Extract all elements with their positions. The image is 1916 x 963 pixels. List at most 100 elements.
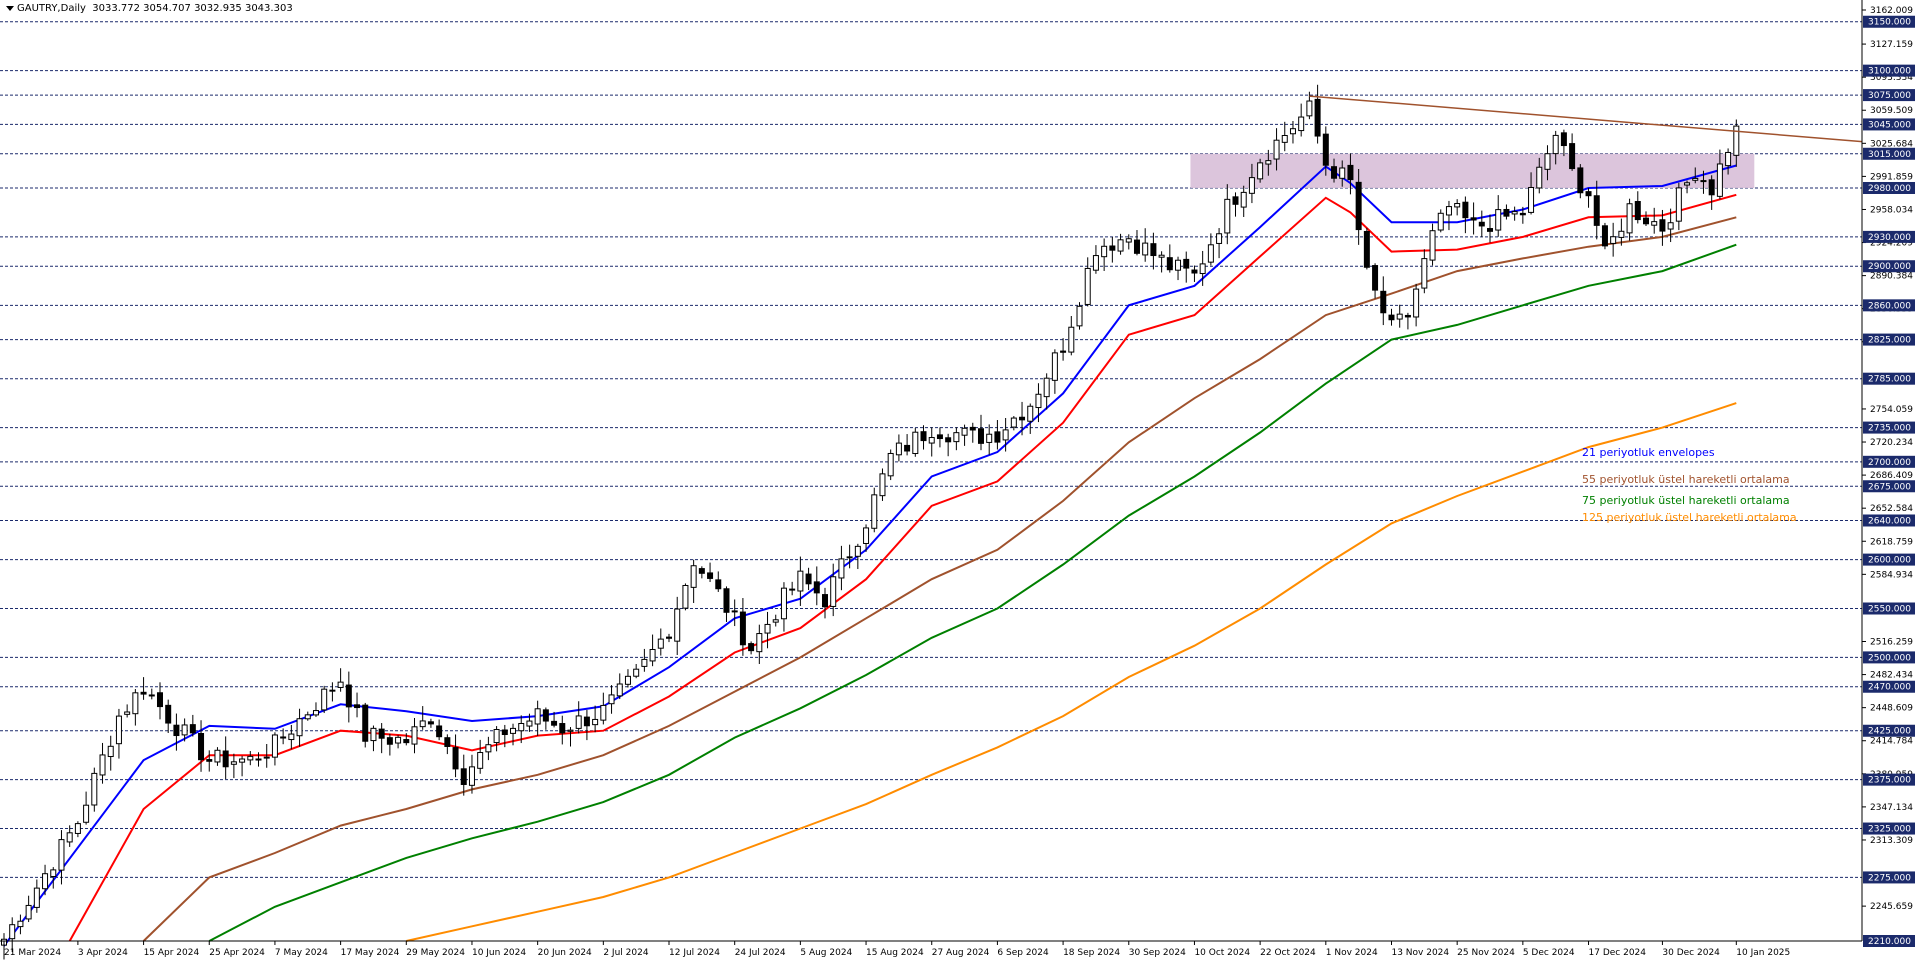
candle xyxy=(592,705,599,733)
candle-body xyxy=(969,426,976,431)
candle-body xyxy=(575,715,582,729)
candle xyxy=(1216,228,1223,259)
candle-body xyxy=(920,431,927,442)
candle xyxy=(1487,214,1494,243)
candle-body xyxy=(1503,208,1510,217)
candle xyxy=(173,713,180,751)
candle-body xyxy=(444,737,451,747)
x-tick-label: 15 Apr 2024 xyxy=(144,948,200,958)
candle xyxy=(1503,204,1510,220)
candle-body xyxy=(1199,263,1206,275)
candle xyxy=(764,611,771,649)
candle-body xyxy=(83,804,90,823)
candle xyxy=(912,428,919,457)
candle xyxy=(370,725,377,752)
candle-body xyxy=(1019,416,1026,421)
candle xyxy=(148,688,155,700)
candle xyxy=(33,879,40,913)
candle xyxy=(206,750,213,772)
y-tick-label: 2313.309 xyxy=(1870,836,1913,846)
candle xyxy=(1445,200,1452,231)
candle xyxy=(1092,245,1099,274)
candle-body xyxy=(789,588,796,591)
candle xyxy=(822,587,828,619)
candle xyxy=(756,624,763,665)
candle xyxy=(567,727,574,747)
candle-body xyxy=(140,691,147,695)
candle-body xyxy=(321,688,328,711)
candle xyxy=(452,734,459,778)
candle-body xyxy=(337,681,344,688)
level-tag-label: 2500.000 xyxy=(1868,653,1911,663)
candle xyxy=(42,864,49,896)
x-tick-label: 3 Apr 2024 xyxy=(78,948,128,958)
candle-body xyxy=(288,733,295,741)
y-tick-label: 2618.759 xyxy=(1870,537,1913,547)
candle-body xyxy=(1010,417,1017,428)
candle xyxy=(789,581,796,596)
candle-body xyxy=(1207,244,1214,263)
candle xyxy=(772,614,779,627)
candle xyxy=(9,917,16,952)
candle xyxy=(17,914,24,935)
candle-body xyxy=(1347,164,1354,181)
candle xyxy=(115,708,122,759)
candle-body xyxy=(436,725,443,738)
candle-body xyxy=(1232,196,1239,205)
x-tick-label: 17 May 2024 xyxy=(341,948,400,958)
candle xyxy=(674,596,681,656)
candle xyxy=(386,733,393,756)
candle xyxy=(961,424,968,446)
candle-body xyxy=(386,737,393,745)
candle xyxy=(1051,349,1058,394)
y-tick-label: 3059.509 xyxy=(1870,106,1913,116)
candle xyxy=(986,424,993,455)
candle xyxy=(288,724,295,750)
candle-body xyxy=(534,708,541,725)
candle xyxy=(633,663,640,679)
candle-body xyxy=(1084,267,1091,305)
candle-body xyxy=(9,924,16,940)
x-tick-label: 15 Aug 2024 xyxy=(866,948,924,958)
indicator-line xyxy=(142,216,1737,942)
candle xyxy=(559,715,566,745)
candle-body xyxy=(312,710,319,716)
candle xyxy=(1610,222,1617,257)
candle xyxy=(1191,265,1198,282)
candle-body xyxy=(551,720,558,726)
candle-body xyxy=(936,434,943,440)
candle xyxy=(362,702,369,748)
candle-body xyxy=(1560,132,1567,147)
y-tick-label: 2516.259 xyxy=(1870,637,1913,647)
candle-body xyxy=(17,920,24,928)
candle-body xyxy=(370,727,377,742)
candle-body xyxy=(895,442,902,456)
candle-body xyxy=(600,704,607,721)
candle-body xyxy=(1528,186,1535,213)
candle-body xyxy=(953,432,960,443)
collapse-triangle-icon[interactable] xyxy=(6,5,14,11)
y-tick-label: 2448.609 xyxy=(1870,704,1913,714)
candle-body xyxy=(526,720,533,727)
candle-body xyxy=(378,728,385,739)
candle-body xyxy=(1355,181,1362,231)
candle-body xyxy=(723,588,730,613)
candle-body xyxy=(772,619,779,623)
candle-body xyxy=(690,565,697,588)
candle-body xyxy=(1700,180,1707,183)
candle xyxy=(378,723,385,754)
legend-ema125: 125 periyotluk üstel hareketli ortalama xyxy=(1582,511,1797,524)
candle-body xyxy=(805,573,812,585)
candle xyxy=(107,735,114,771)
candle-body xyxy=(986,433,993,443)
y-tick-label: 2414.784 xyxy=(1870,737,1913,747)
candle xyxy=(838,545,845,591)
candle xyxy=(583,709,590,741)
candle-body xyxy=(501,729,508,736)
candle-body xyxy=(1142,242,1149,256)
candle-body xyxy=(1289,128,1296,135)
candle-body xyxy=(1216,233,1223,244)
x-tick-label: 6 Sep 2024 xyxy=(997,948,1049,958)
candle-body xyxy=(1248,177,1255,194)
level-tag-label: 2930.000 xyxy=(1868,233,1911,243)
